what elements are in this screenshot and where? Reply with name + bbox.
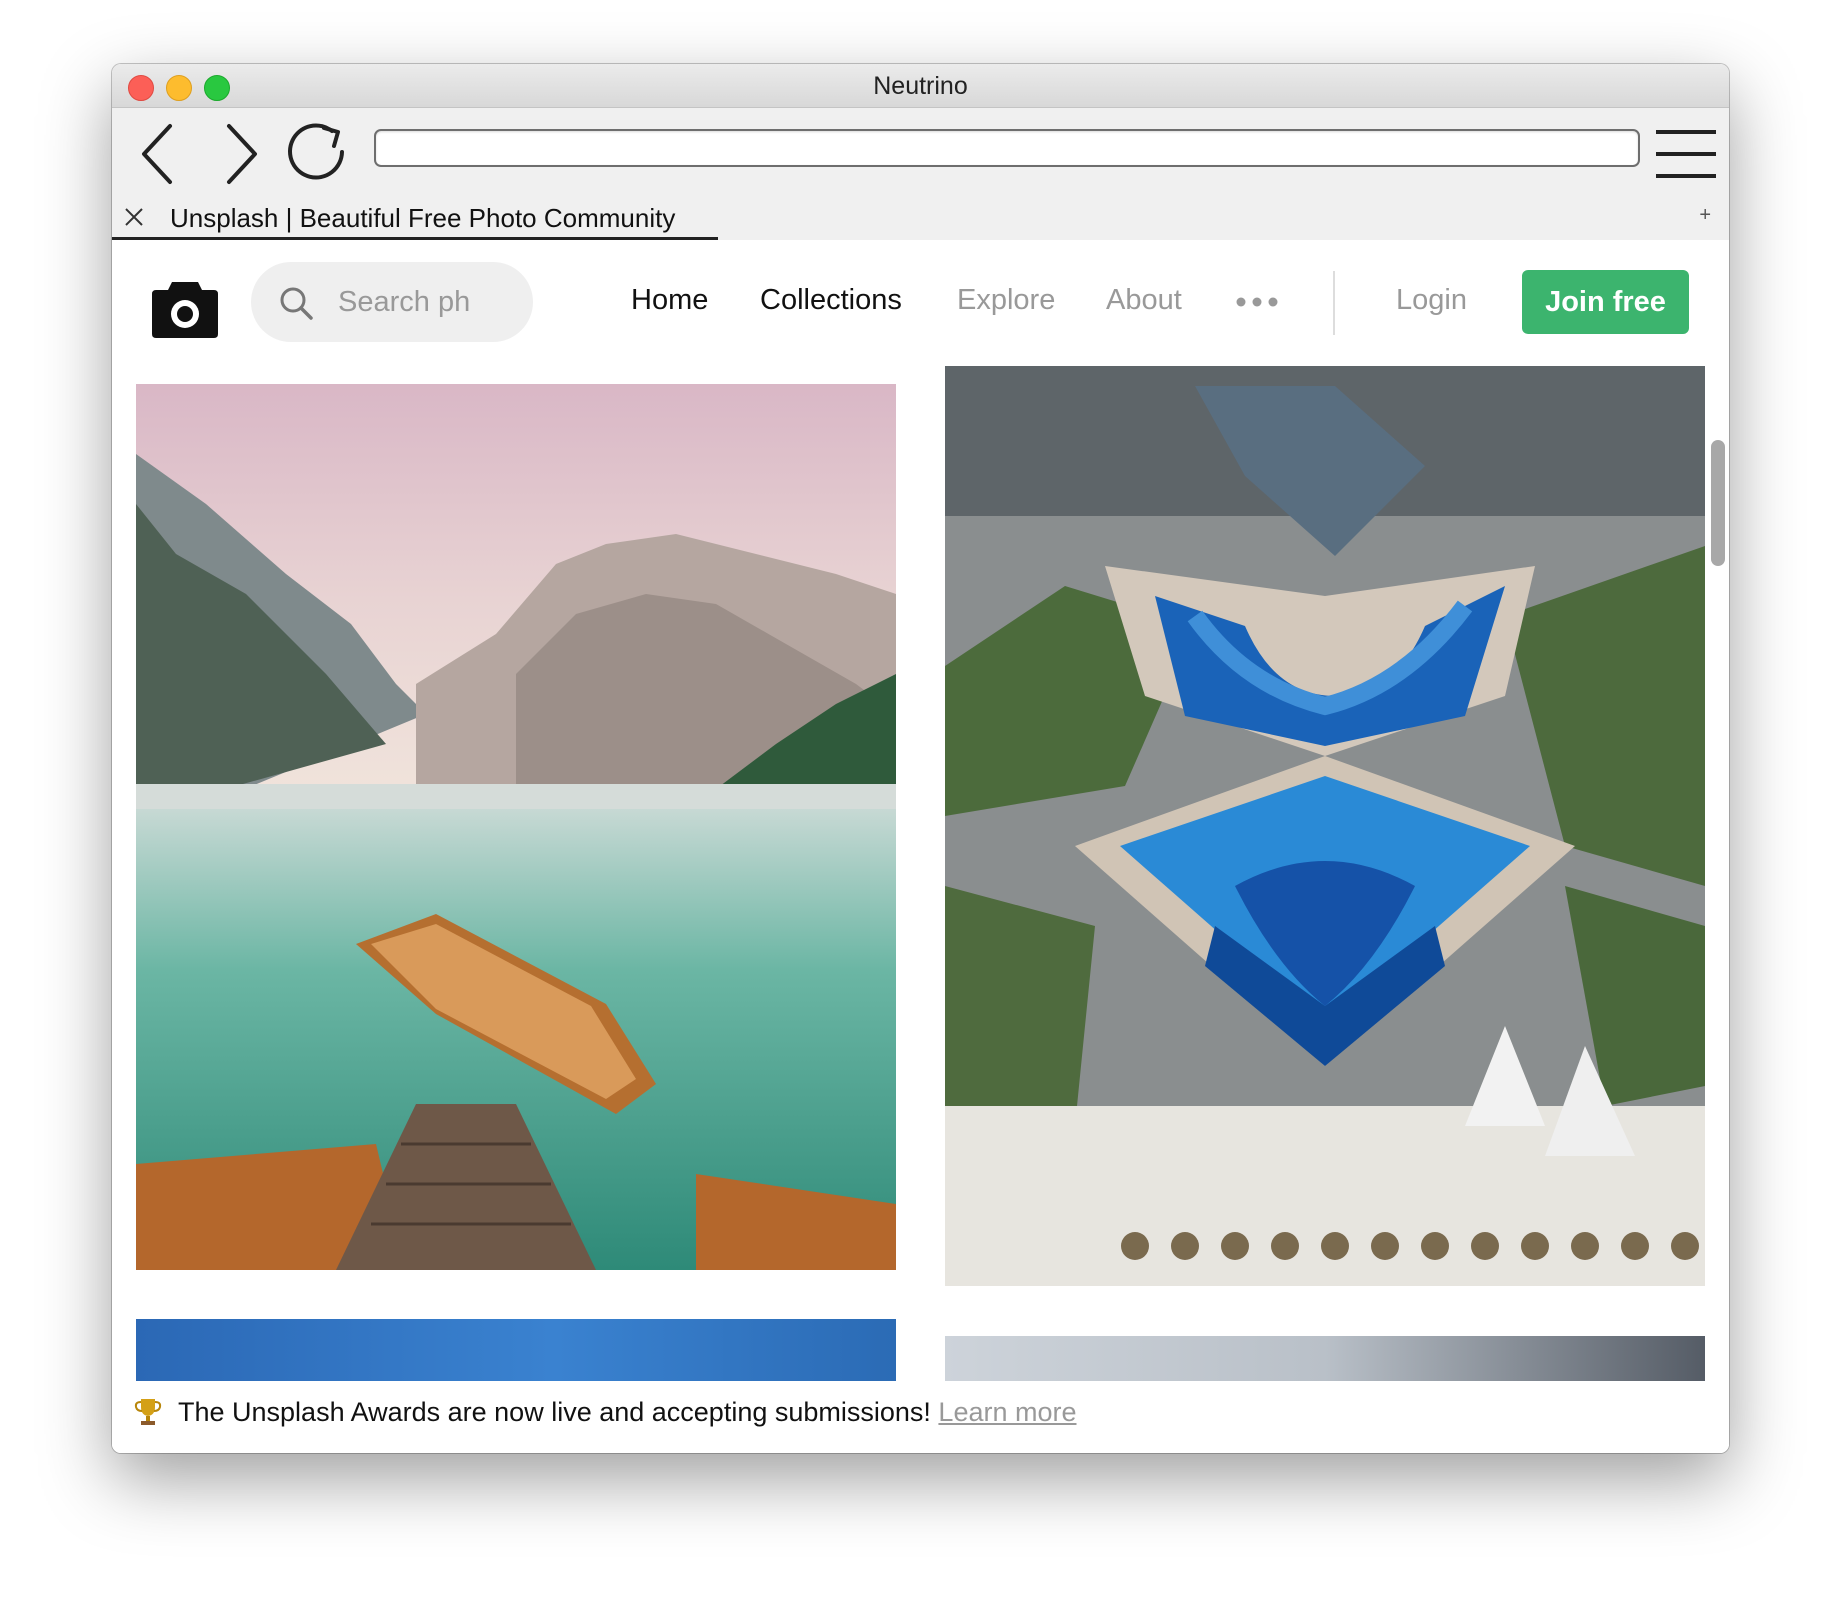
search-icon (280, 287, 313, 320)
browser-toolbar (112, 108, 1729, 196)
menu-button[interactable] (1650, 114, 1729, 194)
close-tab-icon[interactable] (122, 205, 146, 229)
more-dots-icon[interactable] (1236, 296, 1278, 308)
photo-aerial-resort[interactable] (945, 366, 1705, 1286)
forward-button[interactable] (197, 114, 277, 194)
chevron-right-icon (227, 124, 257, 184)
photo-clouds[interactable] (945, 1336, 1705, 1381)
learn-more-link[interactable]: Learn more (938, 1397, 1076, 1427)
reload-icon (288, 123, 344, 180)
nav-home[interactable]: Home (631, 284, 708, 317)
scrollbar-thumb[interactable] (1711, 440, 1725, 566)
nav-about[interactable]: About (1106, 284, 1182, 317)
nav-collections[interactable]: Collections (760, 284, 902, 317)
nav-divider (1333, 271, 1335, 335)
new-tab-button[interactable]: + (1699, 204, 1711, 227)
login-link[interactable]: Login (1396, 284, 1467, 317)
search-box[interactable]: Search ph (251, 262, 533, 342)
chevron-left-icon (142, 124, 172, 184)
tab-unsplash[interactable]: Unsplash | Beautiful Free Photo Communit… (112, 196, 718, 240)
banner-text: The Unsplash Awards are now live and acc… (178, 1397, 1077, 1428)
photo-blue[interactable] (136, 1319, 896, 1381)
join-free-button[interactable]: Join free (1522, 270, 1689, 334)
camera-icon[interactable] (152, 276, 218, 338)
search-placeholder: Search ph (338, 286, 471, 318)
window-title: Neutrino (873, 72, 968, 100)
reload-button[interactable] (280, 114, 360, 194)
nav-explore[interactable]: Explore (957, 284, 1055, 317)
announcement-banner: The Unsplash Awards are now live and acc… (112, 1381, 1729, 1453)
banner-message: The Unsplash Awards are now live and acc… (178, 1397, 931, 1427)
photo-mountain-lake[interactable] (136, 384, 896, 1270)
tab-strip: Unsplash | Beautiful Free Photo Communit… (112, 196, 1729, 240)
trophy-icon (134, 1399, 162, 1425)
title-bar: Neutrino (112, 64, 1729, 108)
page-content: Search ph Home Collections Explore About… (112, 240, 1729, 1453)
back-button[interactable] (122, 114, 202, 194)
browser-window: Neutrino Unsplash | Beautiful Free Photo… (112, 64, 1729, 1453)
hamburger-menu-icon (1656, 130, 1716, 178)
address-bar[interactable] (374, 129, 1640, 167)
tab-title: Unsplash | Beautiful Free Photo Communit… (170, 203, 676, 233)
